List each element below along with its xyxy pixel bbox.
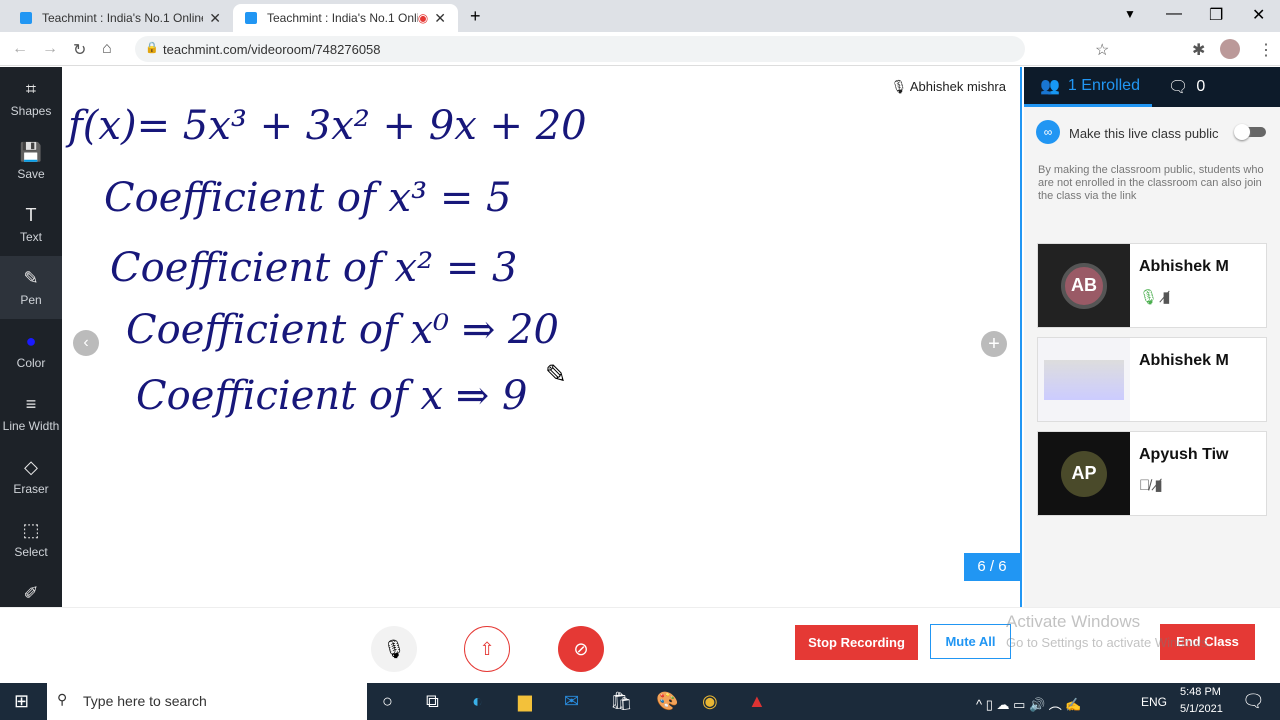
- tool-line-width[interactable]: ≡ Line Width: [0, 382, 62, 445]
- tab-strip: Teachmint : India's No.1 Online t ✕ Teach…: [0, 0, 1280, 32]
- new-tab-button[interactable]: +: [470, 6, 481, 27]
- panel-tabs: 👥 1 Enrolled 🗨 0: [1024, 67, 1280, 107]
- camera-off-button[interactable]: ⊘: [558, 626, 604, 672]
- tab-chat[interactable]: 🗨 0: [1152, 77, 1205, 97]
- url-input[interactable]: 🔒 teachmint.com/videoroom/748276058: [135, 36, 1025, 62]
- link-icon: ∞: [1036, 120, 1060, 144]
- windows-start-icon[interactable]: ⊞: [14, 691, 29, 712]
- back-icon[interactable]: ←: [12, 40, 28, 58]
- windows-taskbar: ⊞ ⚲ Type here to search ○ ⧉ ◐ ▆ ✉ 🛍 🎨 ◉ ▲…: [0, 683, 1280, 720]
- add-page-button[interactable]: +: [981, 331, 1007, 357]
- pen-cursor-icon: ✎: [545, 359, 567, 389]
- mute-all-button[interactable]: Mute All: [930, 624, 1011, 659]
- chat-icon: 🗨: [1168, 79, 1189, 96]
- acrobat-icon[interactable]: ▲: [748, 691, 766, 712]
- page-indicator: 6 / 6: [964, 553, 1020, 581]
- teachmint-favicon: [245, 12, 257, 24]
- menu-icon[interactable]: ⋮: [1258, 40, 1274, 60]
- participant-video: AP: [1038, 432, 1130, 515]
- paint-icon[interactable]: 🎨: [656, 691, 678, 712]
- close-window-button[interactable]: ✕: [1252, 5, 1265, 25]
- close-tab-icon[interactable]: ✕: [209, 10, 221, 27]
- browser-tab-active[interactable]: Teachmint : India's No.1 Onli ◉ ✕: [233, 4, 458, 32]
- public-toggle[interactable]: [1234, 124, 1266, 140]
- microphone-button[interactable]: 🎙: [371, 626, 417, 672]
- text-icon: T: [25, 205, 37, 225]
- file-explorer-icon[interactable]: ▆: [518, 691, 532, 712]
- tool-shapes[interactable]: ⌗ Shapes: [0, 67, 62, 130]
- notifications-icon[interactable]: 🗨: [1242, 691, 1265, 712]
- color-icon: ●: [25, 331, 37, 351]
- handwriting-line: Coefficient of x⁰ ⇒ 20: [126, 307, 559, 353]
- task-view-icon[interactable]: ⧉: [426, 691, 439, 712]
- mic-on-icon[interactable]: 🎙: [1139, 289, 1158, 306]
- video-off-icon[interactable]: ▮̸: [1162, 289, 1170, 306]
- tool-select[interactable]: ⬚ Select: [0, 508, 62, 571]
- active-speaker: 🎙 Abhishek mishra: [890, 79, 1006, 94]
- lock-icon: 🔒: [145, 42, 159, 54]
- handwriting-line: Coefficient of x ⇒ 9: [136, 373, 528, 419]
- tool-pen[interactable]: ✎ Pen: [0, 256, 62, 319]
- participant-card[interactable]: Abhishek M: [1037, 337, 1267, 422]
- microphone-icon: 🎙: [890, 79, 907, 94]
- video-off-icon[interactable]: ▮̸: [1154, 477, 1162, 494]
- tool-eraser[interactable]: ◇ Eraser: [0, 445, 62, 508]
- tool-text[interactable]: T Text: [0, 193, 62, 256]
- teachmint-favicon: [20, 12, 32, 24]
- screen-share-button[interactable]: ⇧: [464, 626, 510, 672]
- address-bar-row: ← → ↻ ⌂ 🔒 teachmint.com/videoroom/7482760…: [0, 32, 1280, 66]
- eraser-icon: ◇: [24, 457, 38, 477]
- handwriting-line: f(x)= 5x³ + 3x² + 9x + 20: [68, 103, 587, 149]
- select-icon: ⬚: [22, 520, 40, 540]
- participant-card[interactable]: AB Abhishek M 🎙 ▮̸: [1037, 243, 1267, 328]
- minimize-button[interactable]: —: [1166, 5, 1182, 23]
- mail-icon[interactable]: ✉: [564, 691, 579, 712]
- participant-card[interactable]: AP Apyush Tiw 🎙̸ ▮̸: [1037, 431, 1267, 516]
- users-icon: 👥: [1040, 77, 1060, 95]
- side-panel: 👥 1 Enrolled 🗨 0 ∞ Make this live class pu…: [1024, 67, 1280, 607]
- system-tray-icons[interactable]: ^ ▯ ☁ ▭ 🔊 ︵ ✍: [976, 694, 1082, 713]
- tab-enrolled[interactable]: 👥 1 Enrolled: [1024, 67, 1152, 107]
- recording-icon: ◉: [417, 11, 429, 25]
- save-icon: 💾: [19, 142, 43, 162]
- home-icon[interactable]: ⌂: [102, 40, 112, 58]
- taskbar-search-input[interactable]: ⚲ Type here to search: [47, 683, 367, 720]
- forward-icon[interactable]: →: [42, 40, 58, 58]
- handwriting-line: Coefficient of x³ = 5: [104, 175, 512, 221]
- previous-page-button[interactable]: ‹: [73, 330, 99, 356]
- edge-icon[interactable]: ◐: [472, 691, 483, 712]
- stop-recording-button[interactable]: Stop Recording: [795, 625, 918, 660]
- maximize-button[interactable]: ❐: [1209, 5, 1223, 25]
- whiteboard-toolbar: ⌗ Shapes 💾 Save T Text ✎ Pen ● Color ≡ Line Width ◇ E…: [0, 67, 62, 622]
- whiteboard-canvas[interactable]: 🎙 Abhishek mishra f(x)= 5x³ + 3x² + 9x +…: [62, 67, 1022, 607]
- handwriting-line: Coefficient of x² = 3: [110, 245, 518, 291]
- avatar: AB: [1061, 262, 1107, 309]
- mic-off-icon[interactable]: 🎙̸: [1139, 477, 1150, 494]
- profile-avatar[interactable]: [1220, 39, 1240, 59]
- extensions-icon[interactable]: ✱: [1192, 40, 1205, 60]
- pen-icon: ✎: [23, 268, 39, 288]
- close-tab-icon[interactable]: ✕: [434, 10, 446, 27]
- avatar: AP: [1061, 450, 1107, 497]
- activate-windows-watermark: Activate Windows: [1006, 612, 1141, 631]
- tool-color[interactable]: ● Color: [0, 319, 62, 382]
- browser-tab[interactable]: Teachmint : India's No.1 Online t ✕: [8, 4, 233, 32]
- highlighter-icon: ✐: [23, 583, 39, 603]
- shapes-icon: ⌗: [25, 79, 37, 99]
- tab-search-icon[interactable]: ▼: [1124, 7, 1136, 21]
- search-icon: ⚲: [57, 691, 68, 707]
- screen-share-thumbnail: [1038, 338, 1130, 421]
- line-width-icon: ≡: [25, 394, 37, 414]
- participant-video: AB: [1038, 244, 1130, 327]
- cortana-icon[interactable]: ○: [382, 691, 393, 712]
- class-controls: 🎙 ⇧ ⊘ Stop Recording Mute All End Class …: [0, 607, 1280, 683]
- store-icon[interactable]: 🛍: [610, 691, 633, 712]
- bookmark-star-icon[interactable]: ☆: [1095, 40, 1109, 60]
- tool-save[interactable]: 💾 Save: [0, 130, 62, 193]
- chrome-icon[interactable]: ◉: [702, 691, 718, 712]
- reload-icon[interactable]: ↻: [73, 40, 86, 60]
